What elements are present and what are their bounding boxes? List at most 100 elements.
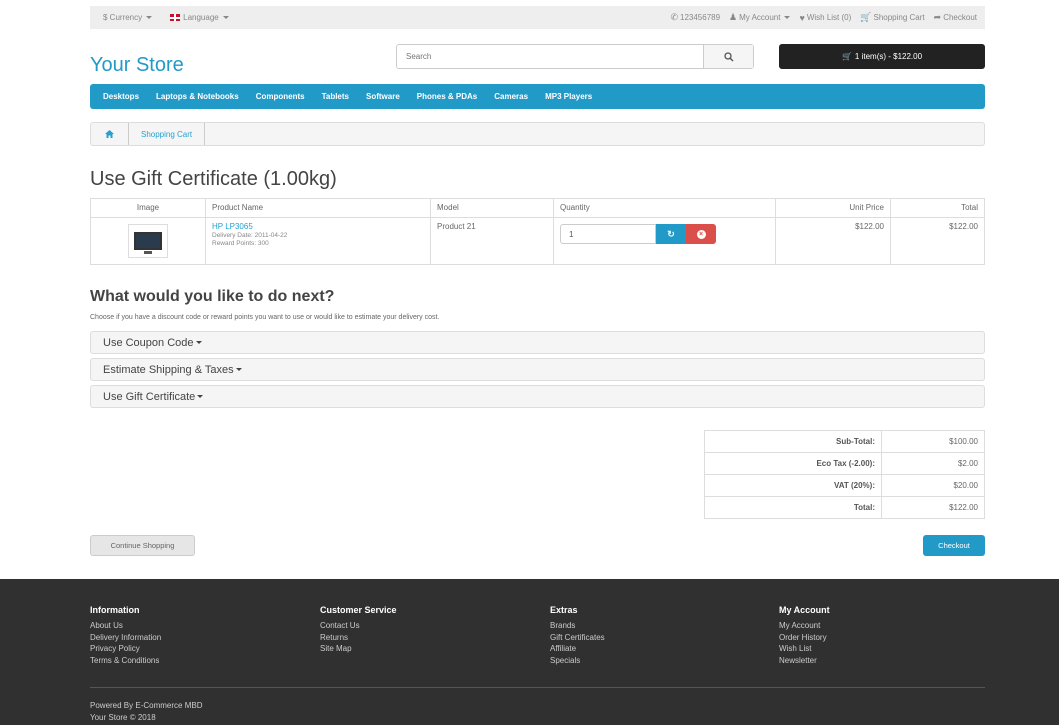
cart-icon: 🛒: [841, 52, 852, 61]
language-dropdown[interactable]: Language: [170, 13, 229, 22]
breadcrumb: Shopping Cart: [90, 122, 985, 146]
checkout-button[interactable]: Checkout: [923, 535, 985, 556]
currency-dropdown[interactable]: $ Currency: [103, 13, 153, 22]
col-total: Total: [890, 198, 985, 218]
close-icon: ×: [696, 229, 706, 239]
footer-link-terms[interactable]: Terms & Conditions: [90, 655, 161, 667]
powered-by-text: Powered By E-Commerce MBD: [90, 701, 203, 710]
footer-link-privacy-policy[interactable]: Privacy Policy: [90, 643, 161, 655]
product-thumbnail[interactable]: [128, 224, 168, 258]
breadcrumb-home[interactable]: [91, 123, 129, 145]
caret-down-icon: [235, 368, 242, 371]
refresh-icon: ↻: [667, 228, 675, 239]
subtotal-value: $100.00: [881, 430, 985, 453]
footer-heading: Extras: [550, 605, 578, 615]
footer-link-site-map[interactable]: Site Map: [320, 643, 397, 655]
next-section-description: Choose if you have a discount code or re…: [90, 314, 440, 321]
top-bar-right: ✆ 123456789 ♟ My Account ♥ Wish List (0)…: [670, 12, 977, 23]
footer-column-my-account: My Account My Account Order History Wish…: [779, 605, 830, 666]
quantity-input[interactable]: [560, 224, 656, 244]
caret-down-icon: [197, 395, 204, 398]
footer-link-gift-certificates[interactable]: Gift Certificates: [550, 632, 605, 644]
user-icon: ♟: [729, 12, 738, 22]
col-image: Image: [90, 198, 206, 218]
gift-certificate-panel-toggle[interactable]: Use Gift Certificate: [90, 385, 985, 408]
menu-item-desktops[interactable]: Desktops: [103, 92, 139, 101]
col-quantity: Quantity: [553, 198, 776, 218]
caret-down-icon: [222, 16, 229, 19]
totals-row: Total: $122.00: [704, 496, 985, 519]
shopping-cart-link[interactable]: 🛒 Shopping Cart: [860, 12, 924, 23]
cart-table: Image Product Name Model Quantity Unit P…: [90, 198, 985, 265]
cart-table-header: Image Product Name Model Quantity Unit P…: [90, 198, 985, 218]
search-icon: [723, 51, 733, 61]
totals-row: VAT (20%): $20.00: [704, 474, 985, 497]
footer-divider: [90, 687, 985, 688]
menu-item-components[interactable]: Components: [256, 92, 305, 101]
search-input[interactable]: [397, 45, 703, 68]
breadcrumb-shopping-cart[interactable]: Shopping Cart: [129, 123, 206, 145]
footer-link-order-history[interactable]: Order History: [779, 632, 830, 644]
footer-heading: Customer Service: [320, 605, 397, 615]
phone-link[interactable]: ✆ 123456789: [670, 12, 720, 23]
cart-summary-button[interactable]: 🛒 1 item(s) - $122.00: [779, 44, 985, 69]
product-image-cell: [90, 217, 206, 265]
menu-item-laptops[interactable]: Laptops & Notebooks: [156, 92, 239, 101]
store-logo[interactable]: Your Store: [90, 54, 184, 77]
wish-list-label: Wish List (0): [806, 13, 852, 22]
language-label: Language: [183, 13, 219, 22]
monitor-image: [134, 232, 162, 254]
quantity-cell: ↻ ×: [553, 217, 776, 265]
col-model: Model: [430, 198, 554, 218]
footer-credits: Powered By E-Commerce MBD Your Store © 2…: [90, 700, 202, 723]
menu-item-software[interactable]: Software: [366, 92, 400, 101]
menu-item-tablets[interactable]: Tablets: [322, 92, 349, 101]
home-icon: [105, 130, 114, 138]
top-bar: $ Currency Language ✆ 123456789 ♟ My Acc…: [0, 0, 1059, 34]
share-arrow-icon: ➦: [933, 12, 942, 22]
product-name-link[interactable]: HP LP3065: [212, 222, 424, 231]
footer-link-affiliate[interactable]: Affiliate: [550, 643, 605, 655]
my-account-label: My Account: [739, 13, 781, 22]
footer-link-my-account[interactable]: My Account: [779, 620, 830, 632]
coupon-panel-toggle[interactable]: Use Coupon Code: [90, 331, 985, 354]
footer-link-specials[interactable]: Specials: [550, 655, 605, 667]
footer-link-about-us[interactable]: About Us: [90, 620, 161, 632]
eco-tax-value: $2.00: [881, 452, 985, 475]
footer-link-contact-us[interactable]: Contact Us: [320, 620, 397, 632]
gift-certificate-panel-label: Use Gift Certificate: [103, 390, 196, 403]
eco-tax-label: Eco Tax (-2.00):: [704, 452, 882, 475]
checkout-link[interactable]: ➦ Checkout: [934, 12, 977, 23]
main-menu: Desktops Laptops & Notebooks Components …: [90, 84, 985, 109]
shipping-panel-toggle[interactable]: Estimate Shipping & Taxes: [90, 358, 985, 381]
footer-link-delivery-information[interactable]: Delivery Information: [90, 632, 161, 644]
model-cell: Product 21: [430, 217, 554, 265]
currency-label: $ Currency: [103, 13, 143, 22]
menu-item-cameras[interactable]: Cameras: [494, 92, 528, 101]
menu-item-phones[interactable]: Phones & PDAs: [417, 92, 477, 101]
menu-item-mp3-players[interactable]: MP3 Players: [545, 92, 592, 101]
table-row: HP LP3065 Delivery Date: 2011-04-22 Rewa…: [90, 217, 985, 265]
update-button[interactable]: ↻: [656, 224, 686, 244]
footer-heading: My Account: [779, 605, 830, 615]
total-value: $122.00: [881, 496, 985, 519]
remove-button[interactable]: ×: [686, 224, 716, 244]
copyright-text: Your Store © 2018: [90, 712, 156, 722]
wish-list-link[interactable]: ♥ Wish List (0): [799, 12, 851, 23]
heart-icon: ♥: [799, 12, 805, 23]
footer-column-information: Information About Us Delivery Informatio…: [90, 605, 161, 666]
checkout-label: Checkout: [943, 13, 977, 22]
caret-down-icon: [784, 16, 791, 19]
footer: Information About Us Delivery Informatio…: [0, 579, 1059, 725]
cart-icon: 🛒: [860, 12, 872, 22]
footer-link-wish-list[interactable]: Wish List: [779, 643, 830, 655]
search-button[interactable]: [703, 45, 753, 68]
footer-link-returns[interactable]: Returns: [320, 632, 397, 644]
totals-row: Eco Tax (-2.00): $2.00: [704, 452, 985, 475]
uk-flag-icon: [170, 14, 181, 21]
my-account-dropdown[interactable]: ♟ My Account: [729, 12, 791, 23]
continue-shopping-button[interactable]: Continue Shopping: [90, 535, 195, 556]
footer-link-newsletter[interactable]: Newsletter: [779, 655, 830, 667]
phone-number: 123456789: [680, 13, 721, 22]
footer-link-brands[interactable]: Brands: [550, 620, 605, 632]
